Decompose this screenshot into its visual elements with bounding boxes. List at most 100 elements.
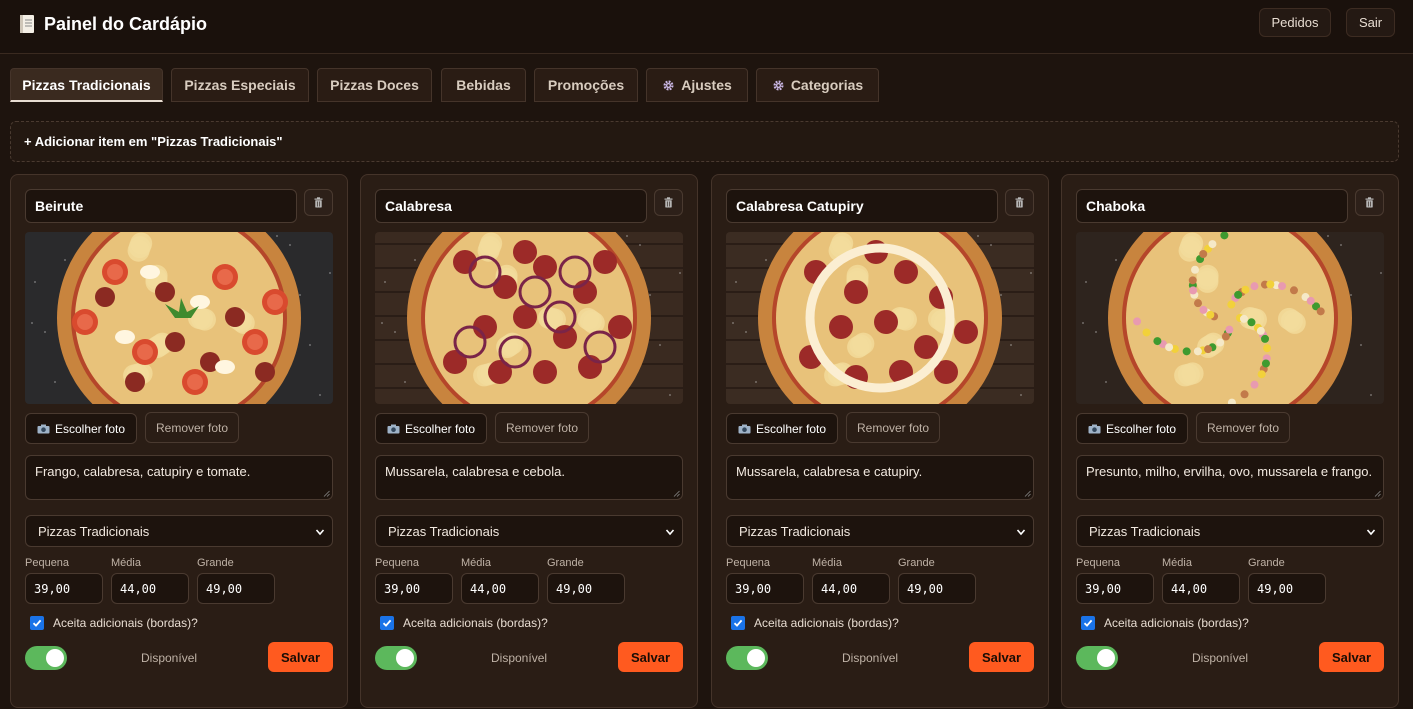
- category-select[interactable]: Pizzas Tradicionais: [25, 515, 333, 547]
- resize-grip-icon[interactable]: [323, 490, 330, 497]
- item-description: Mussarela, calabresa e catupiry.: [736, 464, 923, 479]
- checkmark-icon: [733, 619, 743, 627]
- accepts-addons-checkbox[interactable]: [731, 616, 745, 630]
- item-name-input[interactable]: Calabresa Catupiry: [726, 189, 998, 223]
- choose-photo-button[interactable]: Escolher foto: [726, 413, 838, 444]
- camera-icon: [37, 424, 50, 433]
- category-select[interactable]: Pizzas Tradicionais: [375, 515, 683, 547]
- toggle-knob: [747, 649, 765, 667]
- toggle-knob: [396, 649, 414, 667]
- resize-grip-icon[interactable]: [1374, 490, 1381, 497]
- toggle-knob: [1097, 649, 1115, 667]
- choose-photo-button[interactable]: Escolher foto: [1076, 413, 1188, 444]
- chevron-down-icon: [1366, 529, 1376, 536]
- available-label: Disponível: [1192, 651, 1249, 665]
- item-photo: [1076, 232, 1384, 404]
- category-value: Pizzas Tradicionais: [388, 523, 500, 539]
- remove-photo-button[interactable]: Remover foto: [846, 412, 940, 443]
- checkmark-icon: [32, 619, 42, 627]
- available-toggle[interactable]: [726, 646, 768, 670]
- item-name-input[interactable]: Beirute: [25, 189, 297, 223]
- tab-label: Pizzas Especiais: [184, 77, 296, 93]
- save-button[interactable]: Salvar: [618, 642, 683, 672]
- size-small-label: Pequena: [25, 557, 70, 569]
- accepts-addons-checkbox[interactable]: [1081, 616, 1095, 630]
- logout-button[interactable]: Sair: [1346, 8, 1395, 37]
- delete-item-button[interactable]: [1355, 189, 1384, 216]
- price-medium-input[interactable]: 44,00: [1162, 573, 1240, 604]
- size-small-label: Pequena: [726, 557, 771, 569]
- available-toggle[interactable]: [375, 646, 417, 670]
- choose-photo-button[interactable]: Escolher foto: [375, 413, 487, 444]
- delete-item-button[interactable]: [1005, 189, 1034, 216]
- tab-label: Ajustes: [681, 77, 732, 93]
- category-select[interactable]: Pizzas Tradicionais: [1076, 515, 1384, 547]
- price-large-input[interactable]: 49,00: [197, 573, 275, 604]
- price-small-input[interactable]: 39,00: [25, 573, 103, 604]
- tab-pizzas-tradicionais[interactable]: Pizzas Tradicionais: [10, 68, 163, 102]
- tab-label: Promoções: [547, 77, 625, 93]
- price-small-input[interactable]: 39,00: [1076, 573, 1154, 604]
- delete-item-button[interactable]: [304, 189, 333, 216]
- accepts-addons-checkbox[interactable]: [380, 616, 394, 630]
- price-medium-input[interactable]: 44,00: [812, 573, 890, 604]
- checkmark-icon: [382, 619, 392, 627]
- remove-photo-button[interactable]: Remover foto: [145, 412, 239, 443]
- available-toggle[interactable]: [1076, 646, 1118, 670]
- size-large-label: Grande: [197, 557, 234, 569]
- item-description-textarea[interactable]: Mussarela, calabresa e catupiry.: [726, 455, 1034, 500]
- price-small-input[interactable]: 39,00: [726, 573, 804, 604]
- price-medium-input[interactable]: 44,00: [111, 573, 189, 604]
- tab-bebidas[interactable]: Bebidas: [441, 68, 526, 102]
- remove-photo-button[interactable]: Remover foto: [495, 412, 589, 443]
- save-button[interactable]: Salvar: [268, 642, 333, 672]
- tab-pizzas-especiais[interactable]: Pizzas Especiais: [171, 68, 309, 102]
- menu-document-icon: [20, 15, 34, 33]
- brand: Painel do Cardápio: [18, 12, 207, 36]
- delete-item-button[interactable]: [654, 189, 683, 216]
- gear-icon: [773, 79, 784, 91]
- pizza-illustration: [375, 232, 683, 404]
- choose-photo-label: Escolher foto: [54, 421, 126, 436]
- item-description: Frango, calabresa, catupiry e tomate.: [35, 464, 251, 479]
- price-large-input[interactable]: 49,00: [898, 573, 976, 604]
- category-select[interactable]: Pizzas Tradicionais: [726, 515, 1034, 547]
- price-medium-input[interactable]: 44,00: [461, 573, 539, 604]
- available-label: Disponível: [491, 651, 548, 665]
- trash-icon: [1365, 197, 1374, 208]
- price-small-input[interactable]: 39,00: [375, 573, 453, 604]
- item-description-textarea[interactable]: Presunto, milho, ervilha, ovo, mussarela…: [1076, 455, 1384, 500]
- orders-button[interactable]: Pedidos: [1259, 8, 1331, 37]
- resize-grip-icon[interactable]: [673, 490, 680, 497]
- price-large-input[interactable]: 49,00: [1248, 573, 1326, 604]
- choose-photo-label: Escolher foto: [404, 421, 476, 436]
- price-large-input[interactable]: 49,00: [547, 573, 625, 604]
- save-button[interactable]: Salvar: [1319, 642, 1384, 672]
- size-medium-label: Média: [111, 557, 141, 569]
- item-name-input[interactable]: Calabresa: [375, 189, 647, 223]
- tab-label: Bebidas: [456, 77, 511, 93]
- tab-pizzas-doces[interactable]: Pizzas Doces: [317, 68, 432, 102]
- item-description-textarea[interactable]: Mussarela, calabresa e cebola.: [375, 455, 683, 500]
- accepts-addons-label: Aceita adicionais (bordas)?: [403, 616, 548, 630]
- size-large-label: Grande: [898, 557, 935, 569]
- tab-ajustes[interactable]: Ajustes: [646, 68, 748, 102]
- pizza-illustration: [1076, 232, 1384, 404]
- choose-photo-button[interactable]: Escolher foto: [25, 413, 137, 444]
- add-item-button[interactable]: + Adicionar item em "Pizzas Tradicionais…: [10, 121, 1399, 162]
- accepts-addons-checkbox[interactable]: [30, 616, 44, 630]
- item-photo: [375, 232, 683, 404]
- camera-icon: [738, 424, 751, 433]
- item-photo: [726, 232, 1034, 404]
- item-name-input[interactable]: Chaboka: [1076, 189, 1348, 223]
- tab-categorias[interactable]: Categorias: [756, 68, 879, 102]
- trash-icon: [664, 197, 673, 208]
- available-toggle[interactable]: [25, 646, 67, 670]
- remove-photo-button[interactable]: Remover foto: [1196, 412, 1290, 443]
- size-large-label: Grande: [1248, 557, 1285, 569]
- size-medium-label: Média: [461, 557, 491, 569]
- save-button[interactable]: Salvar: [969, 642, 1034, 672]
- tab-promocoes[interactable]: Promoções: [534, 68, 638, 102]
- resize-grip-icon[interactable]: [1024, 490, 1031, 497]
- item-description-textarea[interactable]: Frango, calabresa, catupiry e tomate.: [25, 455, 333, 500]
